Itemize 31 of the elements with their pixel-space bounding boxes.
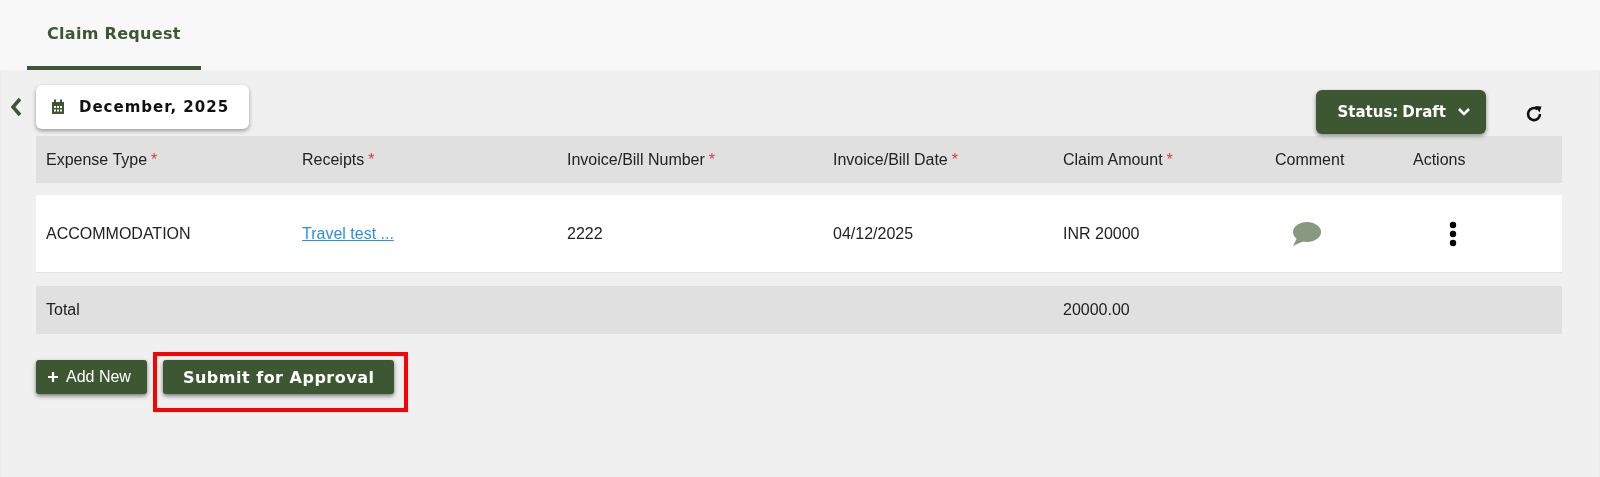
column-header: Claim Amount * (1062, 150, 1174, 169)
submit-button[interactable]: Submit for Approval (162, 360, 395, 394)
calendar-icon (51, 99, 65, 115)
required-mark: * (368, 150, 375, 168)
required-mark: * (151, 150, 158, 168)
table-cell-text: INR 20000 (1062, 224, 1141, 243)
refresh-icon[interactable] (1524, 104, 1544, 124)
plus-icon (48, 372, 58, 382)
column-header: Invoice/Bill Number * (566, 150, 717, 169)
column-header: Actions (1412, 150, 1467, 169)
table-cell-text: ACCOMMODATION (45, 224, 192, 243)
table-cell-text: 04/12/2025 (832, 224, 915, 243)
more-icon[interactable] (1449, 220, 1457, 247)
column-header: Expense Type * (45, 150, 159, 169)
total-amount: 20000.00 (1062, 301, 1131, 319)
column-header: Comment (1274, 150, 1346, 169)
add-new-button[interactable]: Add New (36, 360, 147, 394)
chevron-down-icon (1458, 108, 1470, 116)
column-header: Receipts * (301, 150, 376, 169)
status-dropdown[interactable]: Status: Draft (1316, 90, 1486, 134)
comment-icon[interactable] (1291, 220, 1321, 247)
required-mark: * (951, 150, 958, 168)
back-icon[interactable] (10, 97, 22, 117)
tab[interactable]: Claim Request (27, 0, 201, 70)
table-cell-text: 2222 (566, 224, 604, 243)
month-picker[interactable]: December, 2025 (36, 85, 250, 129)
required-mark: * (708, 150, 716, 168)
total-label: Total (45, 301, 81, 319)
column-header: Invoice/Bill Date * (832, 150, 959, 169)
required-mark: * (1166, 150, 1173, 168)
receipt-link[interactable]: Travel test ... (302, 224, 394, 242)
